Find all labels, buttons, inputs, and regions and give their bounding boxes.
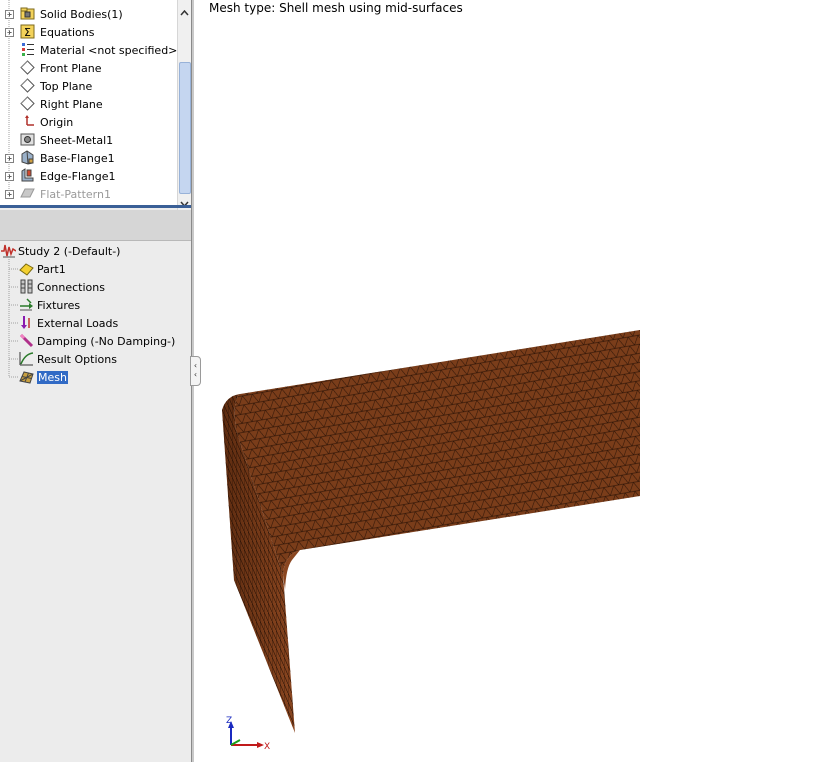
study-item-label: Part1 (37, 262, 66, 276)
mesh-top-flange (234, 330, 640, 575)
left-panel: + Solid Bodies(1) + Σ Equations (0, 0, 191, 762)
tree-connector-lines (8, 0, 10, 195)
simulation-study-tree: Study 2 (-Default-) Part1 Connections Fi… (0, 241, 191, 401)
study-item-part[interactable]: Part1 (0, 260, 191, 278)
study-item-label: Damping (-No Damping-) (37, 334, 176, 348)
pane-splitter[interactable] (0, 205, 191, 208)
tree-item-label: Right Plane (40, 97, 103, 111)
study-item-damping[interactable]: Damping (-No Damping-) (0, 332, 191, 350)
scroll-down-button[interactable] (178, 197, 191, 211)
connections-icon (20, 279, 33, 294)
tree-item-label: Solid Bodies(1) (40, 7, 123, 21)
triad-z-label: Z (226, 716, 232, 726)
feature-manager-tree: + Solid Bodies(1) + Σ Equations (0, 0, 177, 206)
tree-item-label: Material <not specified> (40, 43, 177, 57)
tree-item-label: Sheet-Metal1 (40, 133, 114, 147)
study-item-label: External Loads (37, 316, 119, 330)
damping-icon (19, 333, 34, 348)
study-item-fixtures[interactable]: Fixtures (0, 296, 191, 314)
study-item-label: Mesh (37, 370, 68, 384)
study-label: Study 2 (-Default-) (18, 244, 121, 258)
scroll-thumb[interactable] (179, 62, 191, 194)
chevron-up-icon (180, 10, 189, 16)
result-options-icon (19, 352, 34, 366)
fixtures-icon (20, 298, 33, 311)
triad-x-label: X (264, 742, 270, 752)
study-node[interactable]: Study 2 (-Default-) (0, 242, 191, 260)
study-item-label: Fixtures (37, 298, 81, 312)
study-item-label: Connections (37, 280, 105, 294)
scroll-up-button[interactable] (178, 6, 191, 20)
tree-item-label: Edge-Flange1 (40, 169, 116, 183)
mesh-icon (19, 371, 34, 384)
tree-item-label: Origin (40, 115, 74, 129)
study-item-label: Result Options (37, 352, 117, 366)
tree-item-label: Equations (40, 25, 95, 39)
panel-divider-bar (0, 210, 191, 241)
tree-item-label: Flat-Pattern1 (40, 187, 111, 201)
coordinate-triad: Z X (226, 716, 270, 752)
study-item-external-loads[interactable]: External Loads (0, 314, 191, 332)
study-item-connections[interactable]: Connections (0, 278, 191, 296)
tree-item-label: Front Plane (40, 61, 102, 75)
tree-item-label: Base-Flange1 (40, 151, 115, 165)
tree-item-label: Top Plane (40, 79, 93, 93)
study-icon (1, 244, 16, 258)
tree-vertical-scrollbar[interactable] (177, 0, 191, 212)
external-loads-icon (21, 316, 30, 329)
study-item-mesh[interactable]: Mesh (0, 368, 191, 386)
part-icon (19, 263, 34, 276)
study-item-result-options[interactable]: Result Options (0, 350, 191, 368)
graphics-viewport[interactable]: Z X (193, 0, 821, 762)
